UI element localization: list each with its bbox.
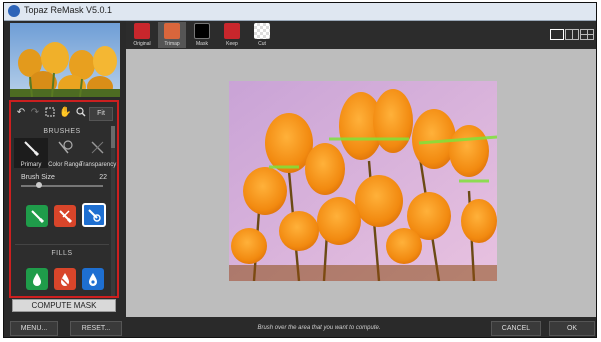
status-hint: Brush over the area that you want to com… <box>257 325 381 331</box>
keep-brush-button[interactable] <box>26 205 48 227</box>
hand-pan-icon[interactable]: ✋ <box>59 107 71 119</box>
navigator-thumbnail[interactable] <box>10 23 120 97</box>
reset-button[interactable]: RESET... <box>70 321 122 336</box>
app-icon <box>8 5 20 17</box>
single-view-button[interactable] <box>550 29 564 40</box>
menu-button[interactable]: MENU... <box>10 321 58 336</box>
fills-section-title: FILLS <box>51 250 73 257</box>
color-range-brush-icon <box>58 140 73 154</box>
bottom-bar: MENU... RESET... Brush over the area tha… <box>4 318 596 337</box>
keep-brush-icon <box>31 210 45 224</box>
cut-checker-icon <box>254 23 270 39</box>
tool-toolbar: ↶ ↷ ✋ Fit <box>11 106 117 122</box>
remask-window: Topaz ReMask V5.0.1 ↶ ↷ ✋ Fit BRUSHES Pr… <box>3 2 597 338</box>
tab-cut-label: Cut <box>258 41 266 47</box>
transparency-brush-button[interactable]: Transparency <box>80 138 116 168</box>
zoom-fit-select[interactable]: Fit <box>89 107 113 121</box>
keep-fill-button[interactable] <box>26 268 48 290</box>
brush-tools-panel: ↶ ↷ ✋ Fit BRUSHES Primary Color Range Tr… <box>9 100 119 298</box>
quad-view-button[interactable] <box>580 29 594 40</box>
brush-size-value: 22 <box>99 174 107 181</box>
compute-brush-button[interactable] <box>82 203 106 227</box>
view-tabs-bar: Original Trimap Mask Keep Cut <box>126 21 596 49</box>
compute-mask-button[interactable]: COMPUTE MASK <box>12 299 116 312</box>
redo-icon[interactable]: ↷ <box>29 107 41 119</box>
primary-brush-button[interactable]: Primary <box>14 138 48 168</box>
tab-cut[interactable]: Cut <box>248 22 276 48</box>
cut-brush-button[interactable] <box>54 205 76 227</box>
cancel-button[interactable]: CANCEL <box>491 321 541 336</box>
undo-icon[interactable]: ↶ <box>15 107 27 119</box>
fills-divider <box>15 244 109 245</box>
brush-size-slider-knob[interactable] <box>36 182 43 188</box>
brushes-section-title: BRUSHES <box>43 128 81 135</box>
image-canvas[interactable] <box>126 49 596 317</box>
keep-fill-drop-icon <box>33 273 41 286</box>
compute-fill-button[interactable] <box>82 268 104 290</box>
transparency-brush-label: Transparency <box>79 162 117 168</box>
split-view-button[interactable] <box>565 29 579 40</box>
cut-fill-drop-icon <box>61 273 69 286</box>
cut-fill-button[interactable] <box>54 268 76 290</box>
keep-apple-icon <box>224 23 240 39</box>
compute-fill-drop-icon <box>89 273 97 286</box>
transparency-brush-icon <box>91 141 104 154</box>
brush-size-slider[interactable] <box>21 182 103 188</box>
ok-button[interactable]: OK <box>549 321 595 336</box>
original-apple-icon <box>134 23 150 39</box>
zoom-magnifier-icon[interactable] <box>75 107 87 119</box>
mask-apple-icon <box>194 23 210 39</box>
primary-brush-icon <box>24 141 40 156</box>
cut-brush-icon <box>59 210 73 224</box>
window-title: Topaz ReMask V5.0.1 <box>24 5 113 15</box>
title-bar: Topaz ReMask V5.0.1 <box>4 3 596 21</box>
trimap-apple-icon <box>164 23 180 39</box>
compute-brush-icon <box>88 209 101 222</box>
tulip-image <box>229 81 497 281</box>
tulip-photo[interactable] <box>229 81 497 281</box>
brush-size-label: Brush Size <box>21 174 55 181</box>
marquee-select-icon[interactable] <box>44 107 56 119</box>
